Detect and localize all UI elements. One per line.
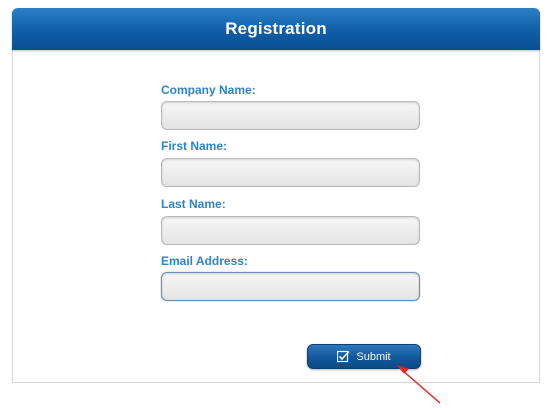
first-name-field[interactable]: [161, 158, 420, 187]
header-title: Registration: [225, 19, 327, 38]
last-name-field[interactable]: [161, 216, 420, 245]
company-name-field[interactable]: [161, 101, 420, 130]
submit-label: Submit: [356, 350, 391, 363]
registration-panel: Registration Company Name: First Name: L…: [12, 8, 540, 383]
email-address-field[interactable]: [161, 272, 420, 301]
company-name-label: Company Name:: [161, 83, 256, 97]
email-address-label: Email Address:: [161, 254, 248, 268]
registration-header: Registration: [12, 8, 540, 50]
last-name-label: Last Name:: [161, 197, 226, 211]
first-name-label: First Name:: [161, 139, 228, 153]
checkbox-check-icon: [337, 350, 350, 363]
submit-button[interactable]: Submit: [307, 344, 421, 369]
